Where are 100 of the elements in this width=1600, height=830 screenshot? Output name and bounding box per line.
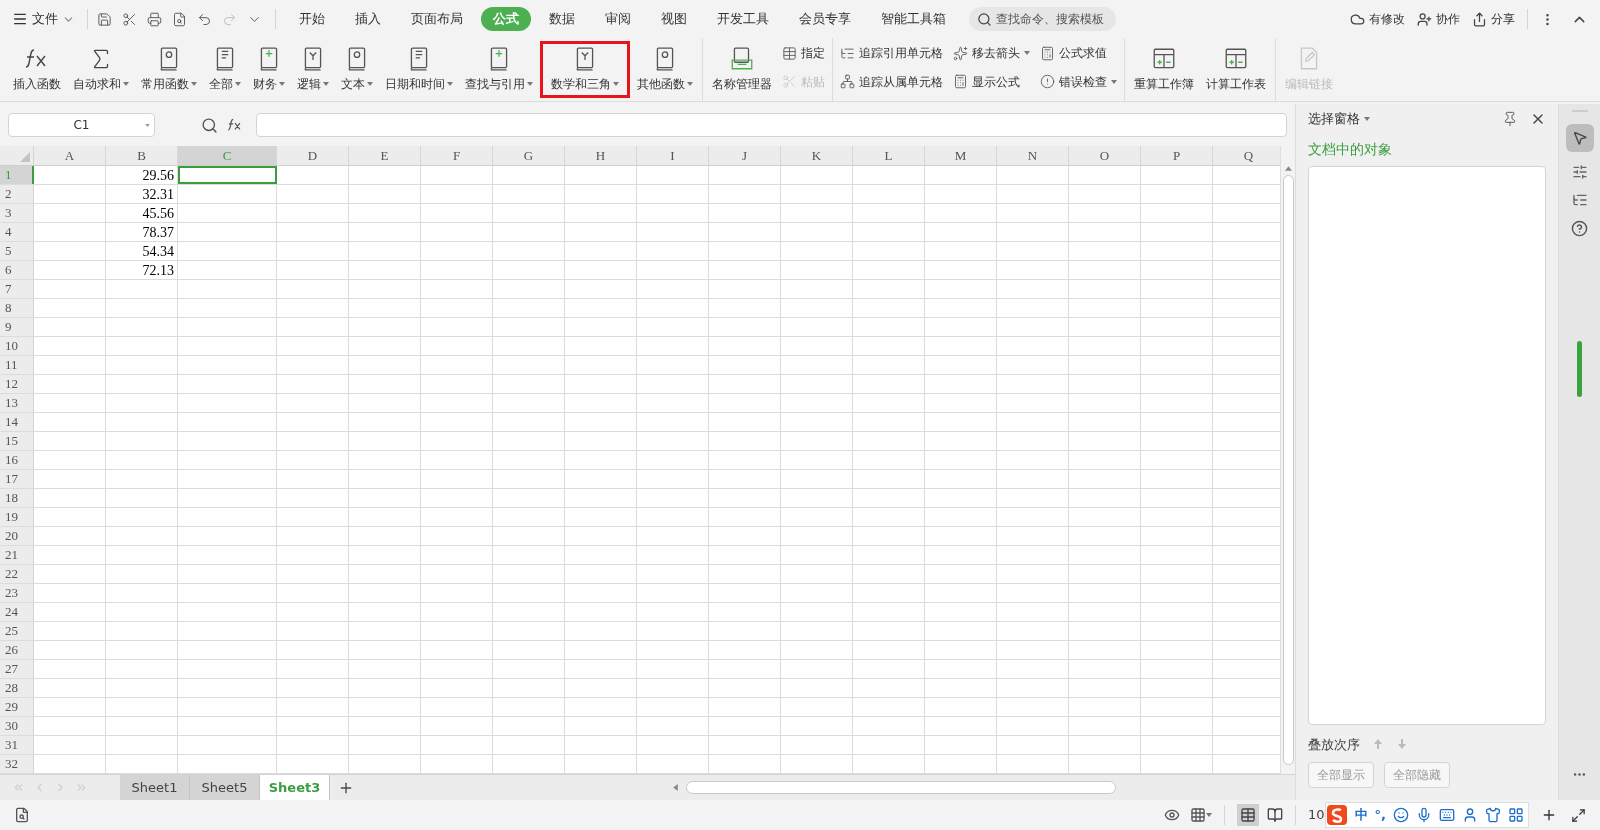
ime-mode[interactable]: 中 [1354, 805, 1368, 825]
file-menu[interactable]: 文件 [12, 9, 83, 29]
row-header[interactable]: 27 [0, 660, 34, 678]
ribbon-button[interactable]: 显示公式 [950, 69, 1033, 94]
column-header[interactable]: E [349, 146, 421, 165]
row-header[interactable]: 12 [0, 375, 34, 393]
column-header[interactable]: M [925, 146, 997, 165]
ribbon-button[interactable]: 移去箭头 [950, 41, 1033, 65]
row-header[interactable]: 16 [0, 451, 34, 469]
ribbon-button[interactable]: 财务 [248, 41, 290, 98]
pin-icon[interactable] [1502, 111, 1518, 127]
normal-view-button[interactable] [1237, 804, 1259, 826]
header-action[interactable]: 有修改 [1350, 10, 1405, 28]
ribbon-button[interactable]: 常用函数 [136, 41, 202, 98]
sheet-tab[interactable]: Sheet3 [260, 775, 330, 800]
header-action[interactable]: 协作 [1417, 10, 1460, 28]
column-header[interactable]: G [493, 146, 565, 165]
row-header[interactable]: 29 [0, 698, 34, 716]
row-header[interactable]: 17 [0, 470, 34, 488]
row-header[interactable]: 23 [0, 584, 34, 602]
ribbon-button[interactable]: 日期和时间 [380, 41, 458, 98]
row-header[interactable]: 13 [0, 394, 34, 412]
name-box[interactable]: C1 [8, 113, 155, 137]
row-header[interactable]: 14 [0, 413, 34, 431]
layout-icon[interactable] [1190, 807, 1206, 823]
column-header[interactable]: O [1069, 146, 1141, 165]
column-header[interactable]: D [277, 146, 349, 165]
ribbon-button[interactable]: 全部 [204, 41, 246, 98]
ribbon-tab[interactable]: 开发工具 [705, 7, 781, 31]
row-header[interactable]: 18 [0, 489, 34, 507]
row-header[interactable]: 24 [0, 603, 34, 621]
row-header[interactable]: 2 [0, 185, 34, 203]
row-header[interactable]: 26 [0, 641, 34, 659]
page-view-icon[interactable] [1267, 807, 1283, 823]
keyboard-icon[interactable] [1439, 807, 1455, 823]
column-header[interactable]: I [637, 146, 709, 165]
help-icon[interactable] [1571, 220, 1588, 237]
row-header[interactable]: 4 [0, 223, 34, 241]
row-header[interactable]: 25 [0, 622, 34, 640]
scroll-thumb[interactable] [686, 781, 1116, 794]
row-header[interactable]: 15 [0, 432, 34, 450]
search-field[interactable]: 查找命令、搜索模板 [969, 7, 1116, 31]
ribbon-tab[interactable]: 页面布局 [399, 7, 475, 31]
column-header[interactable]: K [781, 146, 853, 165]
ribbon-button[interactable]: 插入函数 [8, 41, 66, 98]
ribbon-tab[interactable]: 开始 [287, 7, 337, 31]
ribbon-button[interactable]: 逻辑 [292, 41, 334, 98]
row-header[interactable]: 5 [0, 242, 34, 260]
row-header[interactable]: 8 [0, 299, 34, 317]
formula-input[interactable] [256, 113, 1287, 137]
ribbon-button[interactable]: 文本 [336, 41, 378, 98]
ribbon-button[interactable]: 自动求和 [68, 41, 134, 98]
smile-icon[interactable] [1393, 807, 1409, 823]
row-header[interactable]: 7 [0, 280, 34, 298]
header-action[interactable]: 分享 [1472, 10, 1515, 28]
column-header[interactable]: J [709, 146, 781, 165]
sheet-tab[interactable]: Sheet1 [120, 775, 190, 800]
fullscreen-icon[interactable] [1571, 807, 1586, 823]
shirt-icon[interactable] [1485, 807, 1501, 823]
column-header[interactable]: F [421, 146, 493, 165]
column-header[interactable]: P [1141, 146, 1213, 165]
mic-icon[interactable] [1416, 807, 1432, 823]
sliders-icon[interactable] [1571, 164, 1588, 180]
row-header[interactable]: 21 [0, 546, 34, 564]
ribbon-tab[interactable]: 插入 [343, 7, 393, 31]
row-header[interactable]: 32 [0, 755, 34, 773]
ribbon-button[interactable]: 名称管理器 [707, 41, 777, 98]
column-header[interactable]: L [853, 146, 925, 165]
apps-icon[interactable] [1508, 807, 1524, 823]
scroll-left-icon[interactable] [673, 784, 678, 791]
ribbon-button[interactable]: 其他函数 [632, 41, 698, 98]
row-header[interactable]: 22 [0, 565, 34, 583]
row-header[interactable]: 3 [0, 204, 34, 222]
ribbon-button[interactable]: 重算工作簿 [1129, 41, 1199, 98]
ribbon-button[interactable]: 追踪引用单元格 [837, 41, 946, 65]
ribbon-tab[interactable]: 数据 [537, 7, 587, 31]
column-header[interactable]: A [34, 146, 106, 165]
ribbon-tab[interactable]: 视图 [649, 7, 699, 31]
ribbon-tab[interactable]: 会员专享 [787, 7, 863, 31]
ribbon-button[interactable]: 错误检查 [1037, 69, 1120, 94]
ribbon-tab[interactable]: 审阅 [593, 7, 643, 31]
vertical-scrollbar[interactable] [1280, 146, 1295, 774]
row-header[interactable]: 11 [0, 356, 34, 374]
row-header[interactable]: 31 [0, 736, 34, 754]
ribbon-button[interactable]: 指定 [779, 41, 828, 65]
column-header[interactable]: H [565, 146, 637, 165]
scroll-thumb[interactable] [1282, 175, 1294, 765]
column-header[interactable]: N [997, 146, 1069, 165]
row-header[interactable]: 30 [0, 717, 34, 735]
user-icon[interactable] [1462, 807, 1478, 823]
ribbon-button[interactable]: 公式求值 [1037, 41, 1120, 65]
zoom-in-icon[interactable] [1541, 807, 1557, 823]
eye-icon[interactable] [1164, 807, 1180, 823]
select-tool-button[interactable] [1565, 124, 1594, 152]
ribbon-tab[interactable]: 智能工具箱 [869, 7, 958, 31]
ribbon-button[interactable]: 计算工作表 [1201, 41, 1271, 98]
scroll-up-icon[interactable] [1284, 166, 1292, 171]
row-header[interactable]: 10 [0, 337, 34, 355]
row-header[interactable]: 19 [0, 508, 34, 526]
row-header[interactable]: 6 [0, 261, 34, 279]
